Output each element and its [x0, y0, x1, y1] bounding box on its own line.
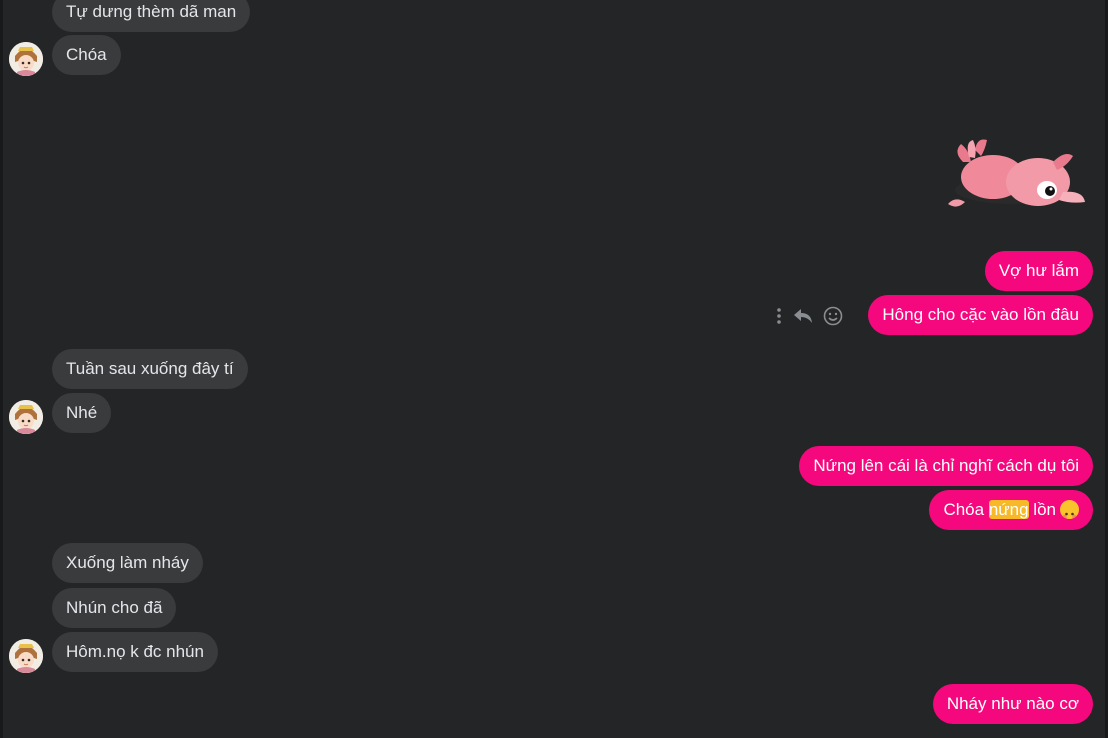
outgoing-message[interactable]: Hông cho cặc vào lồn đâu	[868, 295, 1093, 335]
window-edge-left	[0, 0, 3, 738]
incoming-message[interactable]: Xuống làm nháy	[52, 543, 203, 583]
more-options-icon[interactable]	[770, 302, 788, 330]
message-text: lồn	[1028, 500, 1056, 519]
incoming-message[interactable]: Chóa	[52, 35, 121, 75]
incoming-message[interactable]: Nhún cho đã	[52, 588, 177, 628]
contact-avatar[interactable]	[9, 639, 43, 673]
message-text: Chóa	[943, 500, 989, 519]
flushed-face-icon	[1060, 500, 1079, 519]
search-highlight: nứng	[988, 500, 1029, 519]
message-actions	[770, 302, 848, 330]
outgoing-message[interactable]: Chóa nứng lồn	[929, 490, 1093, 530]
contact-avatar[interactable]	[9, 400, 43, 434]
incoming-message[interactable]: Tuần sau xuống đây tí	[52, 349, 248, 389]
react-icon[interactable]	[818, 302, 848, 330]
reply-icon[interactable]	[788, 302, 818, 330]
pink-pig-lying-icon[interactable]	[943, 132, 1093, 222]
outgoing-message[interactable]: Vợ hư lắm	[984, 251, 1093, 291]
incoming-message[interactable]: Nhé	[52, 393, 112, 433]
contact-avatar[interactable]	[9, 42, 43, 76]
outgoing-message[interactable]: Nứng lên cái là chỉ nghĩ cách dụ tôi	[799, 446, 1093, 486]
outgoing-message[interactable]: Nháy như nào cơ	[932, 684, 1093, 724]
incoming-message[interactable]: Tự dưng thèm dã man	[52, 0, 251, 32]
incoming-message[interactable]: Hôm.nọ k đc nhún	[52, 632, 218, 672]
